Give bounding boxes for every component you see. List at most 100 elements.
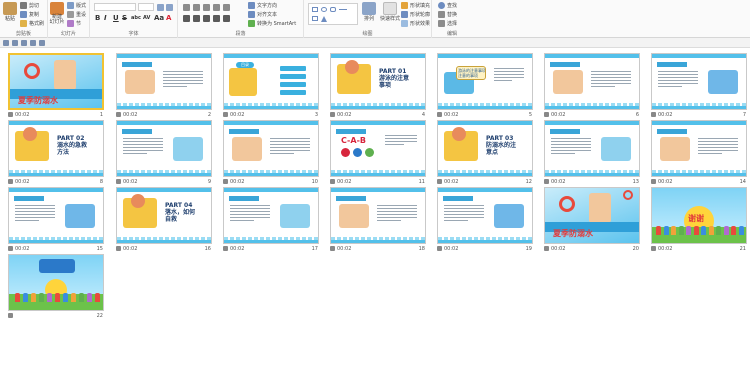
slide-thumbnail[interactable] [116, 53, 212, 110]
arrange-button[interactable]: 排列 [362, 2, 376, 22]
transition-icon [544, 246, 549, 251]
align-left-icon[interactable] [183, 15, 190, 22]
shape-effects-button[interactable]: 形状效果 [401, 20, 430, 27]
slide-cell: 00:02 15 [8, 187, 104, 255]
slide-thumbnail[interactable]: 目录 [223, 53, 319, 110]
slide-thumbnail[interactable] [223, 187, 319, 244]
font-name-select[interactable] [94, 3, 136, 11]
text-line [230, 214, 270, 215]
slide-thumbnail[interactable]: PART 01 游泳的注意 事项 [330, 53, 426, 110]
line-spacing-icon[interactable] [223, 4, 230, 11]
justify-icon[interactable] [213, 15, 220, 22]
shrink-font-icon[interactable] [166, 4, 173, 11]
slide-thumbnail[interactable]: 游泳的注意事项 注意的事项 [437, 53, 533, 110]
reset-button[interactable]: 重设 [67, 11, 86, 18]
grow-font-icon[interactable] [157, 4, 164, 11]
quick-styles-button[interactable]: 快速样式 [380, 2, 400, 22]
columns-icon[interactable] [223, 15, 230, 22]
oval-shape-icon[interactable] [321, 7, 327, 12]
align-right-icon[interactable] [203, 15, 210, 22]
text-line [15, 205, 55, 206]
scissors-icon [20, 2, 27, 9]
slide-thumbnail[interactable]: 夏季防溺水 [544, 187, 640, 244]
slide-thumbnail[interactable] [223, 120, 319, 177]
slide-number: 5 [528, 112, 532, 118]
shadow-button[interactable]: abc [131, 15, 141, 21]
undo-icon[interactable] [12, 39, 18, 46]
shapes-gallery[interactable] [308, 3, 358, 25]
slide-thumbnail[interactable]: C-A-B [330, 120, 426, 177]
shape-outline-button[interactable]: 形状轮廓 [401, 11, 430, 18]
italic-button[interactable]: I [104, 14, 107, 22]
underline-button[interactable]: U [113, 14, 119, 22]
triangle-shape-icon[interactable] [321, 16, 327, 22]
increase-indent-icon[interactable] [213, 4, 220, 11]
bold-button[interactable]: B [95, 14, 100, 22]
dropdown-icon[interactable] [39, 39, 45, 46]
change-case-button[interactable]: Aa [154, 14, 164, 22]
find-button[interactable]: 查找 [438, 2, 457, 9]
char-spacing-button[interactable]: AV [143, 15, 150, 21]
redo-icon[interactable] [21, 39, 27, 46]
wave-decoration [224, 103, 318, 106]
slide-timing: 00:02 [123, 246, 138, 252]
slide-thumbnail[interactable] [8, 187, 104, 244]
text-direction-button[interactable]: 文字方向 [248, 2, 277, 9]
slide-thumbnail[interactable] [330, 187, 426, 244]
slide-title-bar [336, 129, 366, 134]
shape-fill-button[interactable]: 形状填充 [401, 2, 430, 9]
slide-thumbnail[interactable]: 谢谢 [651, 187, 747, 244]
text-line [230, 208, 270, 209]
copy-button[interactable]: 复制 [20, 11, 39, 18]
smartart-button[interactable]: 转换为 SmartArt [248, 20, 296, 27]
bullets-icon[interactable] [183, 4, 190, 11]
slide-cell: 22 [8, 254, 104, 322]
slide-thumbnail[interactable]: PART 04 落水，如何 自救 [116, 187, 212, 244]
format-painter-button[interactable]: 格式刷 [20, 20, 44, 27]
slide-thumbnail[interactable] [651, 53, 747, 110]
save-icon[interactable] [3, 39, 9, 46]
new-slide-button[interactable]: 新建 幻灯片 [50, 2, 65, 25]
slide-thumbnail[interactable] [8, 254, 104, 311]
slide-thumbnail[interactable]: PART 03 防溺水的注 意点 [437, 120, 533, 177]
slide-top-border [9, 188, 103, 192]
slide-timing: 00:02 [658, 179, 673, 185]
text-line [163, 86, 187, 87]
slide-thumbnail[interactable] [437, 187, 533, 244]
cut-button[interactable]: 剪切 [20, 2, 39, 9]
rounded-rect-shape-icon[interactable] [330, 7, 336, 12]
slide-thumbnail[interactable] [544, 53, 640, 110]
font-color-button[interactable]: A [166, 14, 171, 22]
slide-thumbnail[interactable]: 夏季防溺水 [8, 53, 104, 110]
slides-group: 新建 幻灯片 版式 重设 节 幻灯片 [48, 0, 90, 38]
slide-meta: 00:02 10 [223, 179, 319, 186]
text-line [123, 138, 163, 139]
section-button[interactable]: 节 [67, 20, 81, 27]
align-center-icon[interactable] [193, 15, 200, 22]
slide-meta: 00:02 1 [8, 112, 104, 119]
layout-button[interactable]: 版式 [67, 2, 86, 9]
slide-thumbnail[interactable] [116, 120, 212, 177]
select-button[interactable]: 选择 [438, 20, 457, 27]
slide-thumbnail[interactable]: PART 02 溺水的急救 方法 [8, 120, 104, 177]
numbering-icon[interactable] [193, 4, 200, 11]
line-shape-icon[interactable] [339, 9, 347, 10]
rectangle-shape-icon[interactable] [312, 7, 318, 12]
decrease-indent-icon[interactable] [203, 4, 210, 11]
slide-title-bar [229, 129, 259, 134]
align-text-button[interactable]: 对齐文本 [248, 11, 277, 18]
textbox-shape-icon[interactable] [312, 16, 318, 21]
text-line [698, 144, 738, 145]
slide-cell: 00:02 9 [116, 120, 212, 188]
slideshow-icon[interactable] [30, 39, 36, 46]
slide-number: 1 [99, 112, 103, 118]
slide-thumbnail[interactable] [544, 120, 640, 177]
transition-icon [116, 179, 121, 184]
ribbon: 粘贴 剪切 复制 格式刷 剪贴板 新建 幻灯片 版式 重设 节 幻灯片 B I … [0, 0, 750, 38]
strikethrough-button[interactable]: S [122, 14, 127, 22]
slide-number: 8 [99, 179, 103, 185]
replace-button[interactable]: 替换 [438, 11, 457, 18]
font-size-select[interactable] [138, 3, 154, 11]
paste-button[interactable]: 粘贴 [3, 2, 17, 22]
slide-thumbnail[interactable] [651, 120, 747, 177]
